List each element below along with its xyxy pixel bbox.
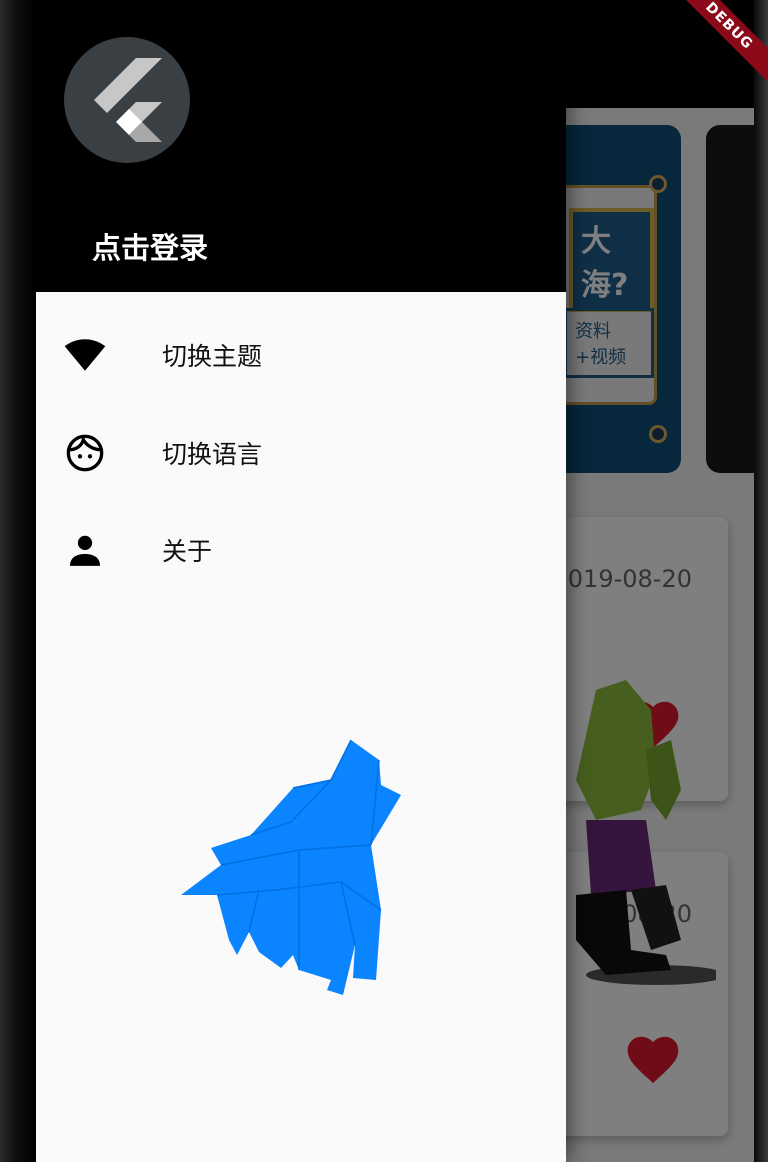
drawer-header[interactable]: 点击登录 (36, 0, 566, 292)
menu-item-switch-language[interactable]: 切换语言 (36, 404, 566, 502)
avatar[interactable] (64, 37, 190, 163)
login-label[interactable]: 点击登录 (92, 225, 208, 267)
menu-item-label: 切换主题 (162, 342, 263, 371)
device-frame-left (0, 0, 36, 1162)
wolf-logo-icon (181, 740, 401, 995)
face-icon (64, 432, 106, 474)
menu-item-label: 切换语言 (162, 440, 263, 469)
menu-item-label: 关于 (162, 537, 213, 566)
person-icon (64, 529, 106, 571)
flutter-logo-icon (94, 58, 162, 142)
debug-banner: DEBUG (658, 0, 768, 110)
device-frame-right (754, 0, 768, 1162)
menu-item-about[interactable]: 关于 (36, 501, 566, 599)
debug-label: DEBUG (667, 0, 768, 88)
wifi-icon (64, 334, 106, 376)
navigation-drawer: 点击登录 切换主题 切换语言 关于 (36, 0, 566, 1162)
menu-item-switch-theme[interactable]: 切换主题 (36, 306, 566, 404)
